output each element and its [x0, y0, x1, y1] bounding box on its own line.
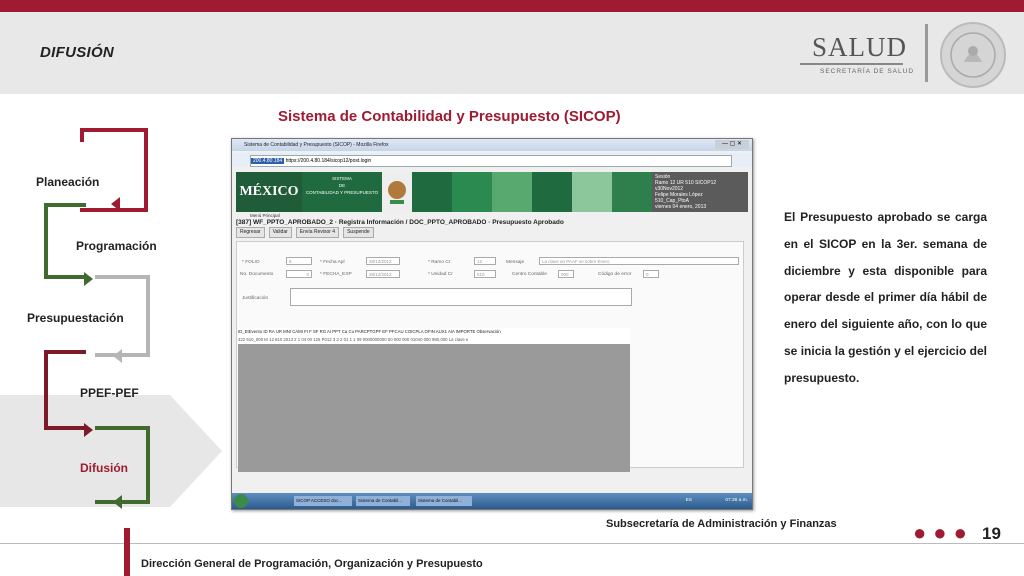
browser-window-title: Sistema de Contabilidad y Presupuesto (S… — [244, 142, 389, 148]
url-text: https://200.4.80.184/sicop12/post.login — [285, 158, 372, 164]
footer-rule — [0, 543, 1024, 544]
mensaje-label: Mensaje — [506, 260, 525, 265]
folio-field[interactable]: 5 — [286, 257, 312, 265]
body-paragraph: El Presupuesto aprobado se carga en el S… — [784, 210, 987, 385]
grid-empty-area — [238, 344, 630, 472]
arrow-right-icon — [84, 423, 93, 437]
mexico-logo: MÉXICO — [236, 172, 302, 212]
fecha-apl-label: * Fecha Apl — [320, 260, 345, 265]
top-accent-bar — [0, 0, 1024, 12]
footer-directorate: Dirección General de Programación, Organ… — [141, 558, 483, 570]
unidad-label: * Unidad Cr — [428, 272, 453, 277]
envia-revisor-button[interactable]: Envía Revisor 4 — [295, 227, 340, 238]
system-line: SISTEMA — [332, 176, 352, 181]
system-line: CONTABILIDAD Y PRESUPUESTO — [305, 190, 379, 195]
page-number: 19 — [982, 524, 1001, 543]
decorative-dots: ●●● — [913, 520, 974, 545]
flow-connector-planeacion-top — [80, 128, 84, 142]
flow-step-presupuestacion: Presupuestación — [27, 311, 124, 325]
arrow-left-icon — [113, 495, 122, 509]
fecha-exp-field[interactable]: 28/12/2012 — [366, 270, 400, 278]
seal-divider — [925, 24, 928, 82]
national-seal-icon — [940, 22, 1006, 88]
arrow-left-icon — [111, 197, 120, 211]
browser-title-bar: Sistema de Contabilidad y Presupuesto (S… — [232, 139, 752, 151]
suspende-button[interactable]: Suspende — [343, 227, 374, 238]
taskbar-item[interactable]: SICOP ACCESO doc... — [294, 496, 352, 506]
action-toolbar: Regresar Validar Envía Revisor 4 Suspend… — [236, 227, 748, 238]
arrow-left-icon — [113, 349, 122, 363]
banner-stripes — [412, 172, 652, 212]
folio-label: * FOLIO — [242, 260, 260, 265]
session-line: viernes 04 enero, 2013 — [655, 204, 707, 210]
session-line: Ramo 12 UR 510 SICOP12 v30Nov2012 — [655, 180, 717, 192]
fecha-exp-label: * FECHA_EXP — [320, 272, 352, 277]
flow-step-planeacion: Planeación — [36, 175, 100, 189]
unidad-field[interactable]: 510 — [474, 270, 496, 278]
mensaje-field[interactable]: La clave en PAAF se sobre Enero — [539, 257, 739, 265]
justificacion-field[interactable] — [290, 288, 632, 306]
footer-organization: Subsecretaría de Administración y Finanz… — [606, 518, 837, 530]
footer-accent-bar — [124, 528, 130, 576]
slide-title: DIFUSIÓN — [40, 44, 115, 61]
centro-contable-field[interactable]: 000 — [558, 270, 574, 278]
url-field[interactable]: 200.4.80.184 https://200.4.80.184/sicop1… — [250, 155, 732, 167]
slide-subtitle: Sistema de Contabilidad y Presupuesto (S… — [278, 108, 621, 125]
language-indicator[interactable]: ES — [686, 496, 692, 506]
taskbar-clock: 07:38 a.m. — [725, 498, 748, 503]
ramo-label: * Ramo Cr — [428, 260, 451, 265]
eagle-emblem-icon — [382, 172, 412, 212]
centro-contable-label: Centro Contable — [512, 272, 547, 277]
salud-logo-subtitle: SECRETARÍA DE SALUD — [820, 68, 915, 75]
taskbar-item[interactable]: Sistema de Contabil... — [356, 496, 410, 506]
flow-step-ppef-pef: PPEF-PEF — [80, 386, 139, 400]
validar-button[interactable]: Validar — [268, 227, 292, 238]
logo-divider — [800, 63, 903, 65]
ramo-field[interactable]: 12 — [474, 257, 496, 265]
justificacion-label: Justificación — [242, 296, 269, 301]
system-name-box: SISTEMA DE CONTABILIDAD Y PRESUPUESTO — [302, 172, 382, 212]
site-identity-chip[interactable]: 200.4.80.184 — [251, 158, 285, 164]
fecha-apl-field[interactable]: 28/12/2012 — [366, 257, 400, 265]
flow-step-programacion: Programación — [76, 239, 157, 253]
sicop-screenshot: Sistema de Contabilidad y Presupuesto (S… — [231, 138, 753, 510]
flow-step-difusion: Difusión — [80, 461, 128, 475]
window-controls[interactable]: — ▢ ✕ — [715, 140, 749, 149]
regresar-button[interactable]: Regresar — [236, 227, 265, 238]
taskbar-item[interactable]: Sistema de Contabil... — [416, 496, 472, 506]
no-documento-label: No. Documento — [240, 272, 274, 277]
codigo-error-field[interactable]: 0 — [643, 270, 659, 278]
salud-logo-text: SALUD — [812, 32, 908, 62]
workflow-breadcrumb: [387] WF_PPTO_APROBADO_2 · Registra Info… — [236, 219, 564, 226]
arrow-right-icon — [84, 272, 93, 286]
grid-row[interactable]: 422 510_000 M 12 610 2013 2 1 04 00 125 … — [238, 336, 630, 344]
system-line: DE — [338, 183, 346, 188]
start-button-icon[interactable] — [234, 494, 248, 508]
codigo-error-label: Código de error — [598, 272, 632, 277]
no-documento-field[interactable]: 0 — [286, 270, 312, 278]
session-panel: Sesión Ramo 12 UR 510 SICOP12 v30Nov2012… — [652, 172, 748, 212]
